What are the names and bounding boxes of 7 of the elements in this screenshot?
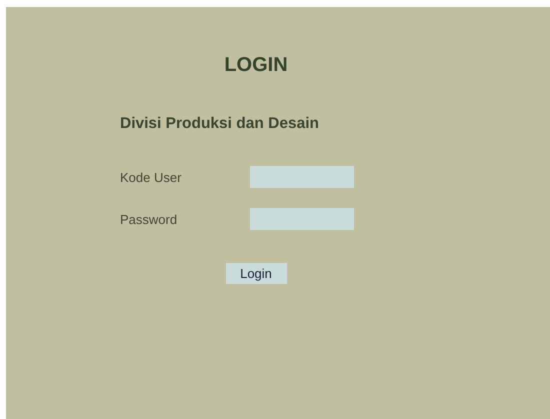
division-heading: Divisi Produksi dan Desain: [120, 114, 319, 134]
field-label: Password: [120, 212, 178, 226]
input-field[interactable]: [250, 166, 354, 188]
login-title: LOGIN: [224, 53, 288, 77]
field-label: Kode User: [120, 170, 182, 184]
login-button[interactable]: Login: [226, 263, 286, 284]
input-field[interactable]: [250, 208, 354, 230]
